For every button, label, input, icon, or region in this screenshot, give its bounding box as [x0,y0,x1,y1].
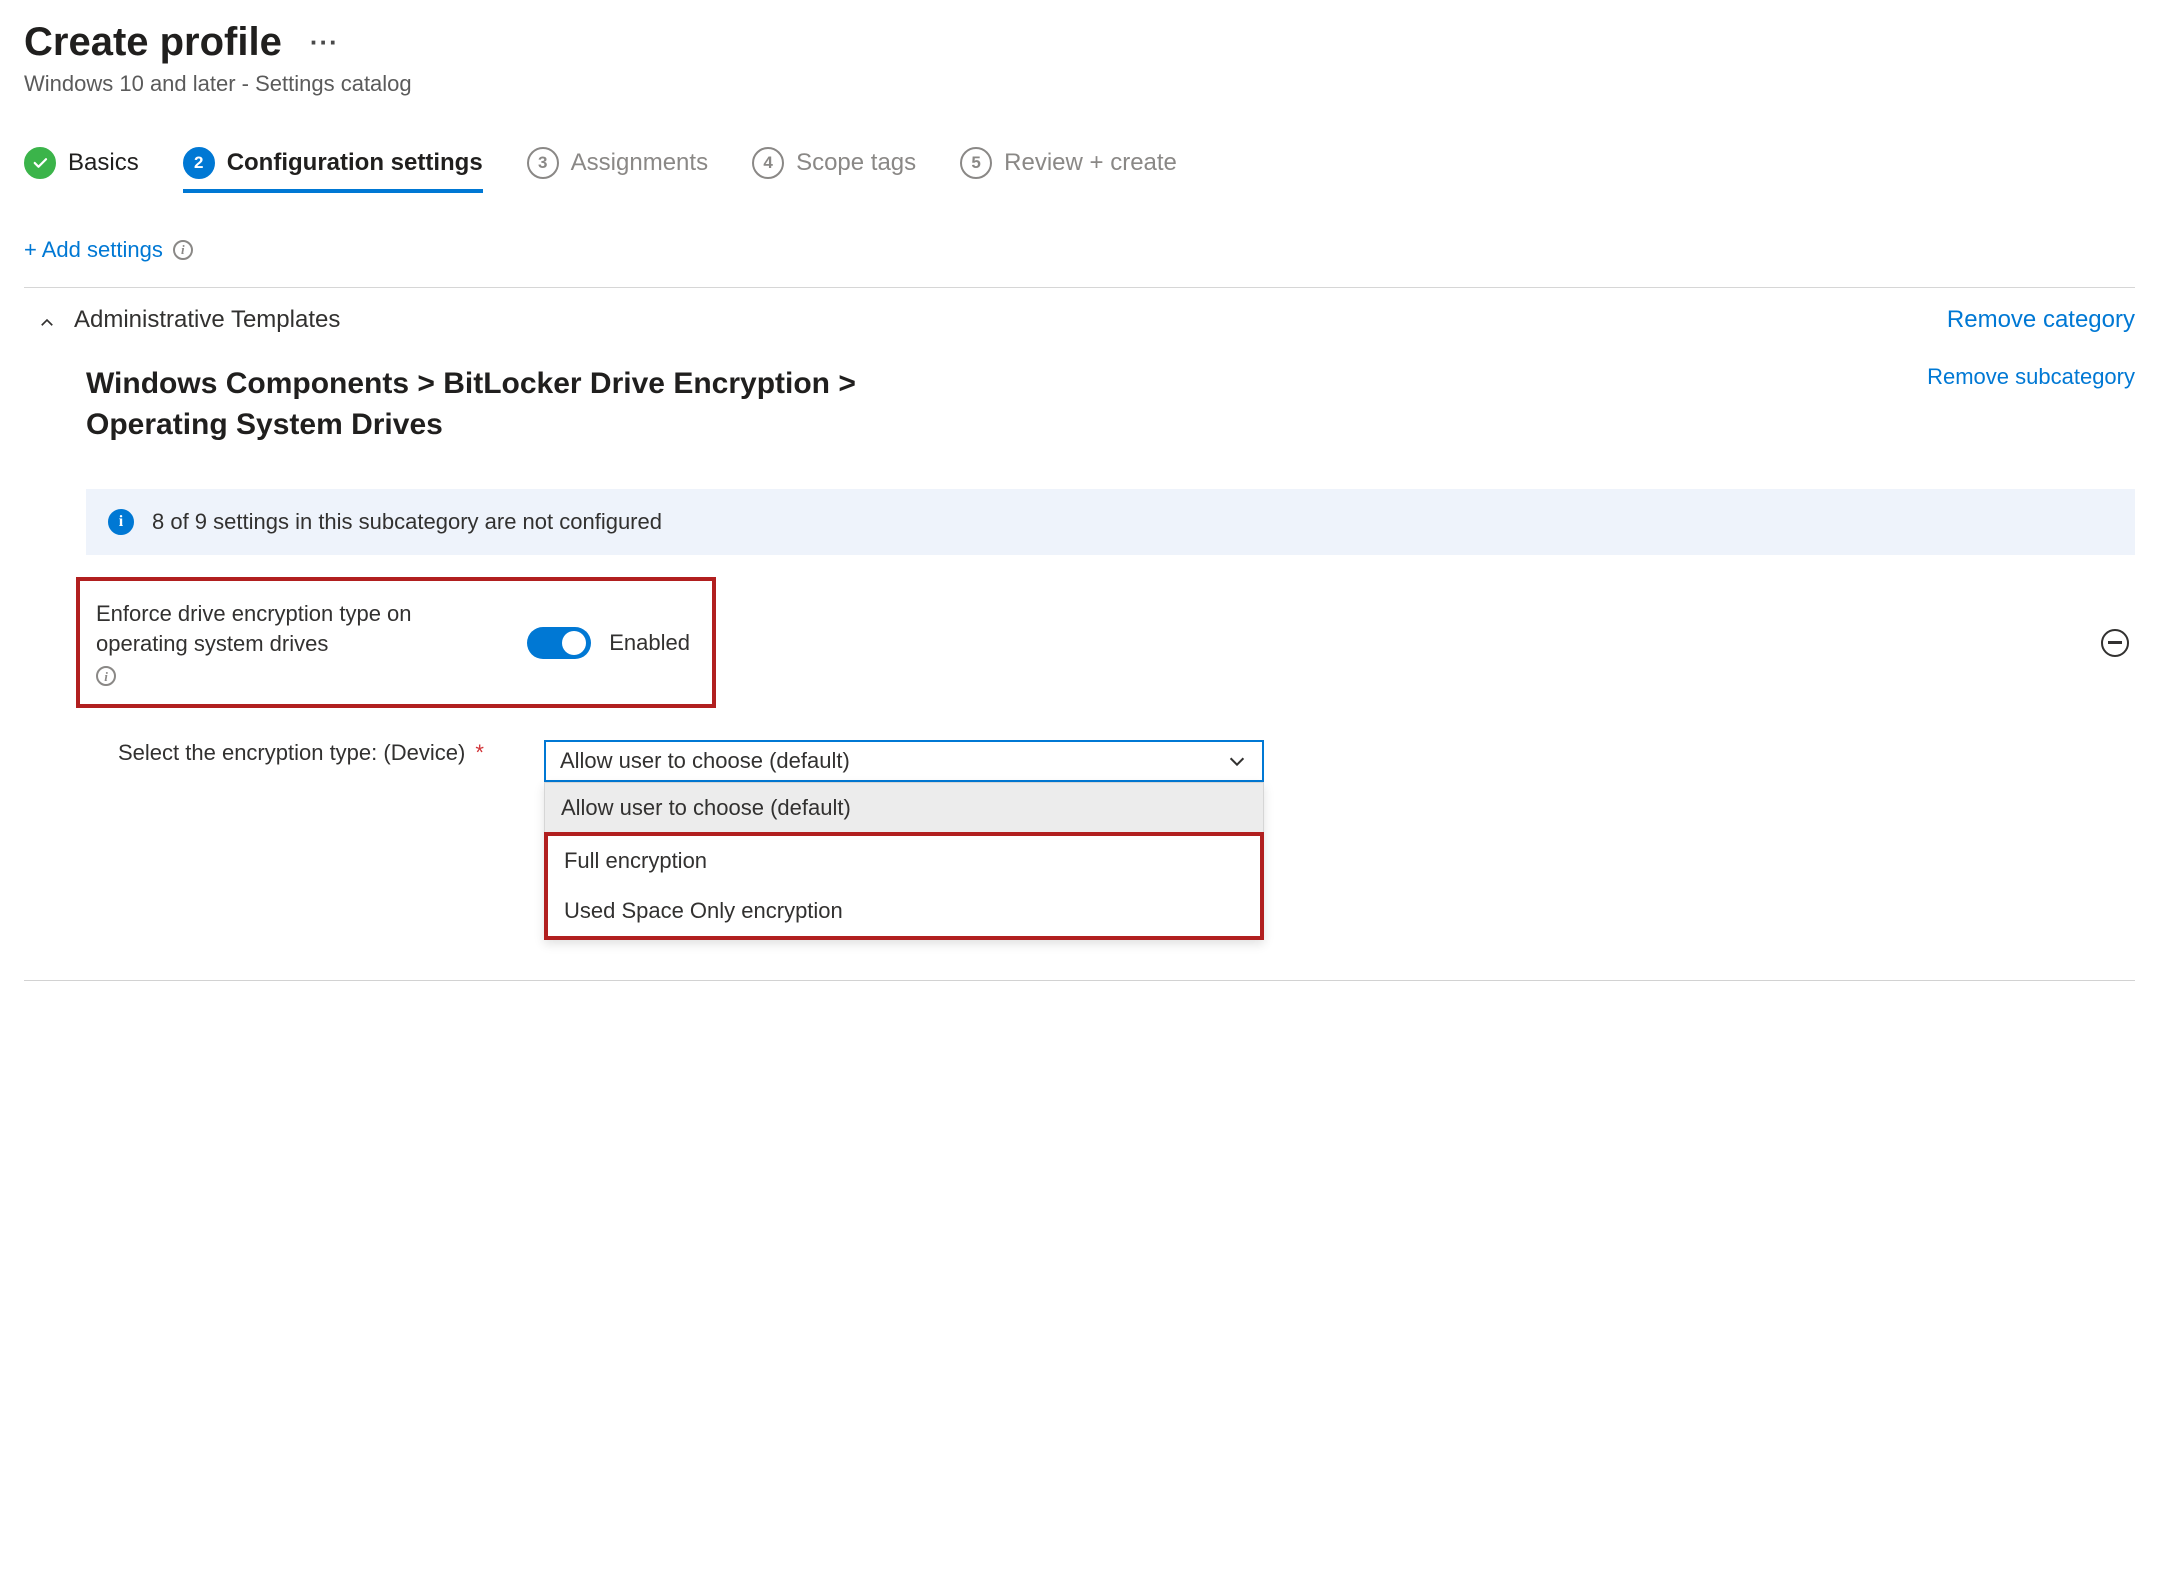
dropdown-option[interactable]: Allow user to choose (default) [545,783,1263,833]
encryption-type-dropdown: Allow user to choose (default) Full encr… [544,782,1264,940]
info-icon[interactable]: i [96,666,116,686]
info-banner: i 8 of 9 settings in this subcategory ar… [86,489,2135,555]
info-icon: i [108,509,134,535]
remove-setting-button[interactable] [2101,629,2129,657]
page-subtitle: Windows 10 and later - Settings catalog [24,71,2135,97]
more-icon[interactable]: ··· [310,27,339,58]
divider [24,980,2135,981]
step-configuration-settings[interactable]: 2 Configuration settings [183,147,483,193]
toggle-enabled[interactable] [527,627,591,659]
step-label: Review + create [1004,149,1177,177]
step-label: Scope tags [796,149,916,177]
minus-icon [2108,641,2122,643]
stepper: Basics 2 Configuration settings 3 Assign… [24,147,2135,187]
remove-subcategory-link[interactable]: Remove subcategory [1927,364,2135,390]
info-banner-text: 8 of 9 settings in this subcategory are … [152,509,662,535]
remove-category-link[interactable]: Remove category [1947,306,2135,334]
check-icon [24,147,56,179]
step-number-icon: 4 [752,147,784,179]
step-number-icon: 5 [960,147,992,179]
info-icon[interactable]: i [173,240,193,260]
step-assignments[interactable]: 3 Assignments [527,147,708,179]
add-settings-link[interactable]: + Add settings i [24,237,2135,263]
setting-label: Enforce drive encryption type on operati… [96,599,426,658]
chevron-down-icon [1226,750,1248,772]
add-settings-label: + Add settings [24,237,163,263]
step-review-create[interactable]: 5 Review + create [960,147,1177,179]
dropdown-option[interactable]: Used Space Only encryption [548,886,1260,936]
page-title: Create profile [24,20,282,65]
step-number-icon: 2 [183,147,215,179]
step-scope-tags[interactable]: 4 Scope tags [752,147,916,179]
toggle-state-label: Enabled [609,630,690,656]
chevron-up-icon[interactable] [38,311,56,329]
select-value: Allow user to choose (default) [560,748,850,774]
subcategory-path: Windows Components > BitLocker Drive Enc… [86,364,986,445]
select-label: Select the encryption type: (Device) [118,740,465,765]
setting-row-enforce-encryption: Enforce drive encryption type on operati… [76,577,716,708]
category-name: Administrative Templates [74,306,340,334]
toggle-knob-icon [562,631,586,655]
dropdown-option[interactable]: Full encryption [548,836,1260,886]
step-number-icon: 3 [527,147,559,179]
required-indicator: * [475,740,484,765]
encryption-type-select[interactable]: Allow user to choose (default) [544,740,1264,782]
step-basics[interactable]: Basics [24,147,139,179]
step-label: Configuration settings [227,149,483,177]
step-label: Assignments [571,149,708,177]
step-label: Basics [68,149,139,177]
